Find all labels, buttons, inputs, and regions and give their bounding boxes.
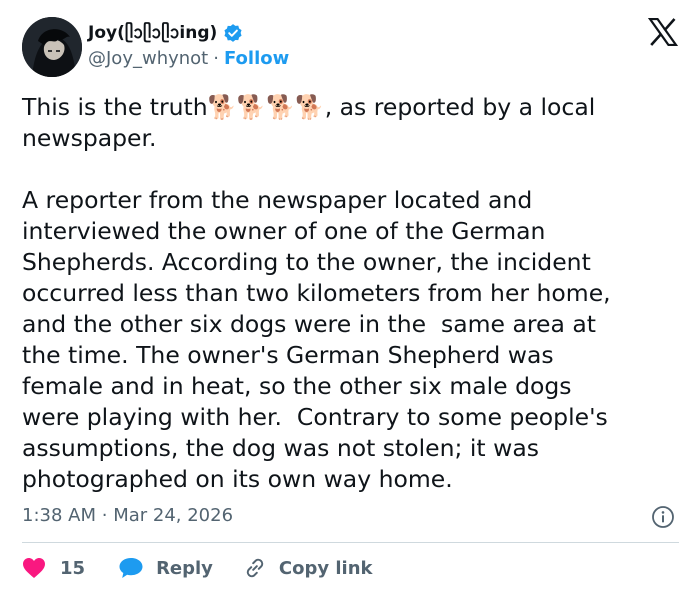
handle-separator: · — [213, 48, 219, 69]
author-name-row: Joy(ᥫᩣᥫᩣᥫᩣing) — [88, 22, 243, 44]
copy-link-button[interactable]: Copy link — [243, 556, 373, 580]
divider — [22, 542, 679, 543]
like-button[interactable]: 15 — [22, 557, 85, 579]
reply-label: Reply — [156, 557, 213, 579]
reply-button[interactable]: Reply — [118, 556, 213, 580]
speech-bubble-icon — [119, 558, 143, 578]
link-icon — [246, 558, 264, 578]
heart-icon — [23, 558, 45, 578]
author-handle-row: @Joy_whynot · Follow — [88, 48, 289, 70]
verified-badge-icon — [223, 23, 243, 43]
x-logo-icon[interactable] — [647, 17, 679, 47]
copy-link-label: Copy link — [278, 557, 373, 579]
author-handle[interactable]: @Joy_whynot — [88, 48, 208, 70]
follow-button[interactable]: Follow — [224, 48, 289, 70]
tweet-timestamp[interactable]: 1:38 AM · Mar 24, 2026 — [22, 504, 233, 528]
info-icon[interactable] — [651, 505, 675, 529]
tweet-actions: 15 Reply Copy link — [22, 554, 373, 582]
timestamp-separator: · — [101, 505, 108, 526]
tweet-text: This is the truth🐕🐕🐕🐕, as reported by a … — [22, 93, 611, 493]
tweet-date: Mar 24, 2026 — [113, 505, 234, 526]
author-display-name[interactable]: Joy(ᥫᩣᥫᩣᥫᩣing) — [88, 22, 217, 44]
tweet-time: 1:38 AM — [22, 505, 96, 526]
avatar[interactable] — [22, 17, 82, 77]
like-count: 15 — [60, 557, 86, 579]
